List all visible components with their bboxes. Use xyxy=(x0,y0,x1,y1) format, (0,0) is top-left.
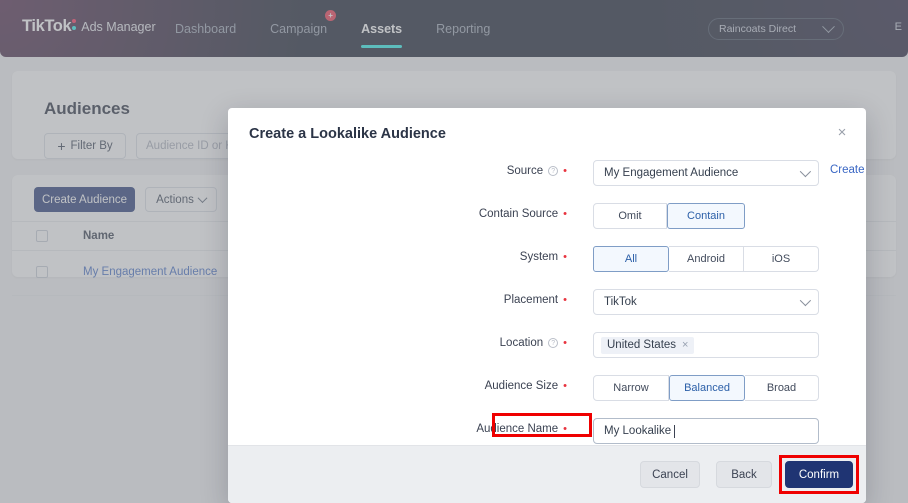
form-row-location: Location ? • United States × xyxy=(228,332,866,358)
placement-control: TikTok xyxy=(593,289,819,315)
cancel-button[interactable]: Cancel xyxy=(640,461,700,488)
text-cursor xyxy=(674,424,676,438)
required-marker: • xyxy=(563,251,567,263)
help-icon[interactable]: ? xyxy=(548,338,559,348)
location-label: Location xyxy=(499,337,544,349)
audience-name-input[interactable]: My Lookalike xyxy=(593,418,819,444)
modal-footer: Cancel Back Confirm xyxy=(228,445,866,503)
form-row-placement: Placement • TikTok xyxy=(228,289,866,315)
audience-name-label: Audience Name xyxy=(476,423,559,435)
form-row-system: System • All Android iOS xyxy=(228,246,866,272)
audience-name-value: My Lookalike xyxy=(604,425,672,437)
audience-size-control: Narrow Balanced Broad xyxy=(593,375,819,401)
required-marker: • xyxy=(563,380,567,392)
contain-source-control: Omit Contain xyxy=(593,203,745,229)
close-icon[interactable]: × xyxy=(682,339,688,351)
source-label: Source xyxy=(506,165,544,177)
system-control: All Android iOS xyxy=(593,246,819,272)
placement-value: TikTok xyxy=(604,296,637,308)
contain-source-option-omit[interactable]: Omit xyxy=(593,203,667,229)
location-tag-label: United States xyxy=(607,339,677,351)
location-multiselect[interactable]: United States × xyxy=(593,332,819,358)
lookalike-form: Source ? • My Engagement Audience Create… xyxy=(228,160,866,461)
audience-size-label: Audience Size xyxy=(484,380,559,392)
audience-size-segmented: Narrow Balanced Broad xyxy=(593,375,819,401)
close-icon[interactable]: × xyxy=(834,125,850,141)
audience-size-option-narrow[interactable]: Narrow xyxy=(593,375,669,401)
confirm-label: Confirm xyxy=(798,468,840,481)
create-lookalike-audience-modal: Create a Lookalike Audience × Source ? •… xyxy=(228,108,866,503)
create-custom-audience-link[interactable]: Create a Custom Audience xyxy=(830,164,866,176)
audience-size-option-broad[interactable]: Broad xyxy=(745,375,819,401)
audience-name-control: My Lookalike xyxy=(492,413,819,444)
form-row-source: Source ? • My Engagement Audience Create… xyxy=(228,160,866,186)
back-button[interactable]: Back xyxy=(716,461,772,488)
system-label-wrap: System • xyxy=(228,246,576,268)
system-option-all[interactable]: All xyxy=(593,246,669,272)
system-option-ios[interactable]: iOS xyxy=(744,246,819,272)
system-label: System xyxy=(519,251,559,263)
placement-label-wrap: Placement • xyxy=(228,289,576,311)
contain-source-label: Contain Source xyxy=(478,208,559,220)
location-control: United States × xyxy=(593,332,819,358)
form-row-contain-source: Contain Source • Omit Contain xyxy=(228,203,866,229)
required-marker: • xyxy=(563,208,567,220)
required-marker: • xyxy=(563,294,567,306)
contain-source-option-contain[interactable]: Contain xyxy=(667,203,745,229)
back-label: Back xyxy=(731,468,757,481)
system-option-android[interactable]: Android xyxy=(669,246,744,272)
form-row-audience-name: Audience Name • My Lookalike xyxy=(228,413,866,444)
placement-label: Placement xyxy=(503,294,559,306)
required-marker: • xyxy=(563,337,567,349)
chevron-down-icon xyxy=(799,294,812,307)
location-label-wrap: Location ? • xyxy=(228,332,576,354)
confirm-button[interactable]: Confirm xyxy=(785,461,853,488)
location-tag: United States × xyxy=(601,336,695,354)
source-value: My Engagement Audience xyxy=(604,167,739,179)
cancel-label: Cancel xyxy=(652,468,688,481)
system-segmented: All Android iOS xyxy=(593,246,819,272)
placement-select[interactable]: TikTok xyxy=(593,289,819,315)
audience-size-option-balanced[interactable]: Balanced xyxy=(669,375,745,401)
help-icon[interactable]: ? xyxy=(548,166,559,176)
contain-source-label-wrap: Contain Source • xyxy=(228,203,576,225)
modal-title: Create a Lookalike Audience xyxy=(249,126,446,142)
chevron-down-icon xyxy=(799,165,812,178)
contain-source-segmented: Omit Contain xyxy=(593,203,745,229)
source-label-wrap: Source ? • xyxy=(228,160,576,182)
audience-size-label-wrap: Audience Size • xyxy=(228,375,576,397)
audience-name-label-wrap: Audience Name • xyxy=(228,418,576,440)
required-marker: • xyxy=(563,165,567,177)
source-select[interactable]: My Engagement Audience xyxy=(593,160,819,186)
required-marker: • xyxy=(563,423,567,435)
form-row-audience-size: Audience Size • Narrow Balanced Broad xyxy=(228,375,866,401)
source-control: My Engagement Audience xyxy=(593,160,819,186)
